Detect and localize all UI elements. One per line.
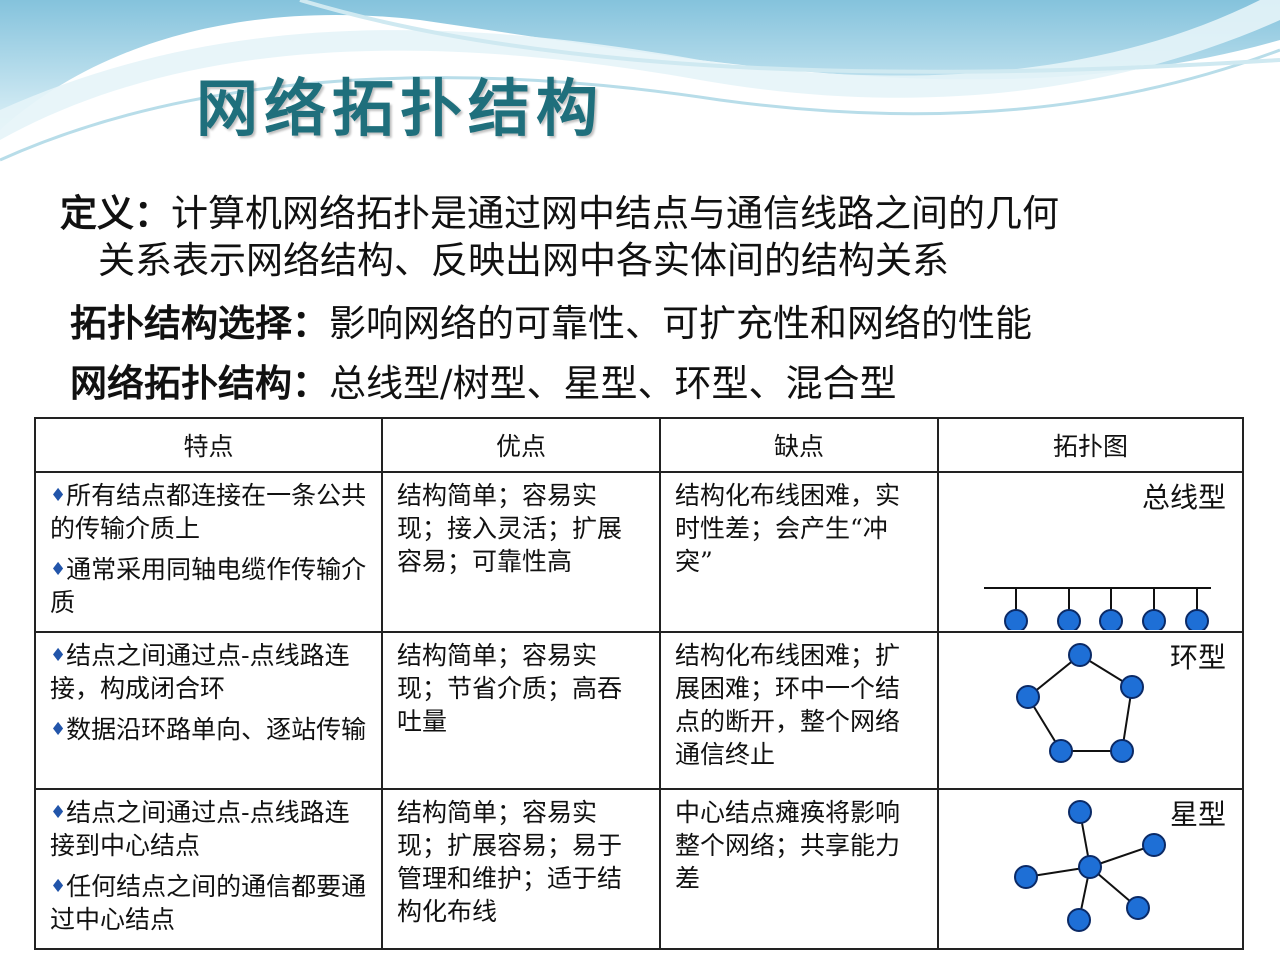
diamond-bullet-icon: ♦ (50, 876, 67, 897)
network-node (1120, 675, 1144, 699)
network-node (1016, 685, 1040, 709)
bus-nodes (1004, 588, 1209, 630)
pros-cell: 结构简单；容易实现；扩展容易；易于管理和维护；适于结构化布线 (381, 788, 661, 950)
feature-item: ♦任何结点之间的通信都要通过中心结点 (50, 872, 367, 934)
network-node (1142, 833, 1166, 857)
network-node (1185, 609, 1209, 630)
network-node (1067, 908, 1091, 932)
definition-label: 定义： (60, 191, 171, 235)
table-header-row: 特点 优点 缺点 拓扑图 (34, 417, 1244, 473)
selection-label: 拓扑结构选择： (70, 301, 329, 345)
network-node (1068, 800, 1092, 824)
diamond-bullet-icon: ♦ (50, 645, 67, 666)
network-node (1004, 609, 1028, 630)
slide: 网络拓扑结构 定义：计算机网络拓扑是通过网中结点与通信线路之间的几何 关系表示网… (0, 0, 1280, 960)
selection-line: 拓扑结构选择：影响网络的可靠性、可扩充性和网络的性能 (70, 300, 1032, 347)
network-node (1068, 643, 1092, 667)
pros-cell: 结构简单；容易实现；节省介质；高吞吐量 (381, 631, 661, 790)
diagram-cell: 星型 (937, 788, 1244, 950)
diamond-bullet-icon: ♦ (50, 802, 67, 823)
ring-line (1026, 653, 1134, 752)
table-row: ♦所有结点都连接在一条公共的传输介质上 ♦通常采用同轴电缆作传输介质 结构简单；… (34, 471, 1244, 633)
network-node (1078, 855, 1102, 879)
header-pros: 优点 (381, 417, 661, 473)
definition-text-2: 关系表示网络结构、反映出网中各实体间的结构关系 (98, 239, 949, 282)
diamond-bullet-icon: ♦ (50, 559, 67, 580)
table-row: ♦结点之间通过点-点线路连接，构成闭合环 ♦数据沿环路单向、逐站传输 结构简单；… (34, 631, 1244, 790)
ring-topology-diagram (1016, 643, 1144, 763)
diamond-bullet-icon: ♦ (50, 485, 67, 506)
features-cell: ♦结点之间通过点-点线路连接，构成闭合环 ♦数据沿环路单向、逐站传输 (34, 631, 383, 790)
header-cons: 缺点 (659, 417, 939, 473)
feature-item: ♦结点之间通过点-点线路连接，构成闭合环 (50, 641, 350, 703)
table-row: ♦结点之间通过点-点线路连接到中心结点 ♦任何结点之间的通信都要通过中心结点 结… (34, 788, 1244, 950)
cons-cell: 结构化布线困难，实时性差；会产生“冲突” (659, 471, 939, 633)
ring-nodes (1016, 643, 1144, 763)
feature-item: ♦结点之间通过点-点线路连接到中心结点 (50, 798, 350, 860)
network-node (1126, 896, 1150, 920)
star-topology-diagram (1014, 800, 1166, 932)
definition-text-1: 计算机网络拓扑是通过网中结点与通信线路之间的几何 (171, 192, 1059, 235)
bus-topology-diagram (984, 587, 1211, 630)
network-node (1110, 739, 1134, 763)
diagram-cell: 环型 (937, 631, 1244, 790)
feature-item: ♦数据沿环路单向、逐站传输 (50, 715, 367, 744)
slide-title: 网络拓扑结构 (196, 72, 605, 145)
cons-cell: 结构化布线困难；扩展困难；环中一个结点的断开，整个网络通信终止 (659, 631, 939, 790)
types-label: 网络拓扑结构： (70, 361, 329, 405)
network-node (1049, 739, 1073, 763)
feature-item: ♦所有结点都连接在一条公共的传输介质上 (50, 481, 367, 543)
pros-cell: 结构简单；容易实现；接入灵活；扩展容易；可靠性高 (381, 471, 661, 633)
topology-table: 特点 优点 缺点 拓扑图 ♦所有结点都连接在一条公共的传输介质上 ♦通常采用同轴… (34, 417, 1244, 950)
diamond-bullet-icon: ♦ (50, 719, 67, 740)
header-features: 特点 (34, 417, 383, 473)
network-node (1057, 609, 1081, 630)
types-line: 网络拓扑结构：总线型/树型、星型、环型、混合型 (70, 360, 896, 407)
diagram-cell: 总线型 (937, 471, 1244, 633)
feature-item: ♦通常采用同轴电缆作传输介质 (50, 555, 367, 617)
network-node (1014, 865, 1038, 889)
header-diagram: 拓扑图 (937, 417, 1244, 473)
network-node (1142, 609, 1166, 630)
selection-text: 影响网络的可靠性、可扩充性和网络的性能 (329, 302, 1032, 345)
definition-line-1: 定义：计算机网络拓扑是通过网中结点与通信线路之间的几何 (60, 190, 1059, 237)
features-cell: ♦结点之间通过点-点线路连接到中心结点 ♦任何结点之间的通信都要通过中心结点 (34, 788, 383, 950)
star-nodes (1014, 800, 1166, 932)
cons-cell: 中心结点瘫痪将影响整个网络；共享能力差 (659, 788, 939, 950)
network-node (1099, 609, 1123, 630)
features-cell: ♦所有结点都连接在一条公共的传输介质上 ♦通常采用同轴电缆作传输介质 (34, 471, 383, 633)
types-text: 总线型/树型、星型、环型、混合型 (329, 362, 897, 405)
header-wave-decoration (0, 0, 1280, 162)
